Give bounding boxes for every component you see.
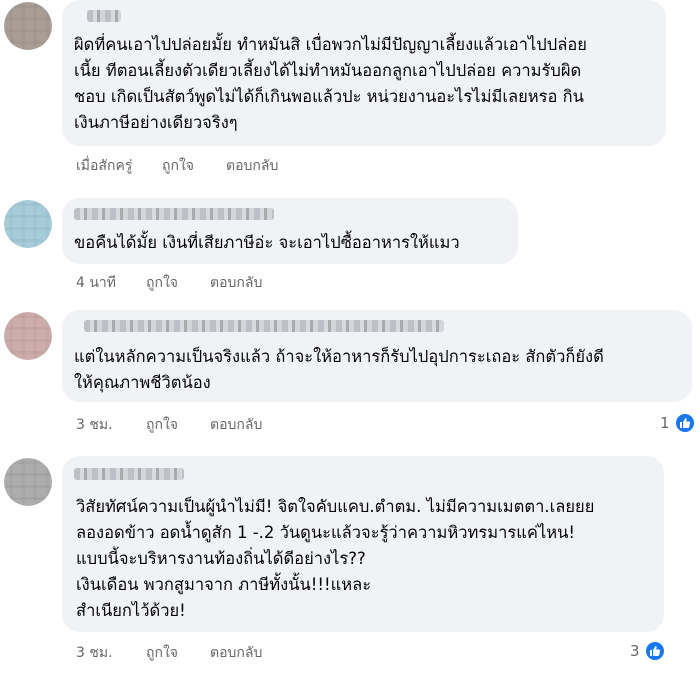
comment-bubble: วิสัยทัศน์ความเป็นผู้นำไม่มี! จิตใจคับแค…: [62, 456, 664, 632]
reaction-summary[interactable]: 3: [630, 640, 666, 662]
avatar[interactable]: [4, 312, 52, 360]
comment-timestamp[interactable]: เมื่อสักครู่: [76, 155, 146, 177]
author-name-blurred[interactable]: [74, 208, 274, 220]
avatar[interactable]: [4, 2, 52, 50]
comment-line: ผิดที่คนเอาไปปล่อยมั้ย ทำหมันสิ เบื่อพวก…: [74, 35, 587, 54]
comment-line: เนี้ย ทีตอนเลี้ยงตัวเดียวเลี้ยงได้ไม่ทำห…: [74, 61, 582, 80]
comment-actions: 3 ชม. ถูกใจ ตอบกลับ: [76, 642, 262, 664]
comment: ขอคืนได้มั้ย เงินที่เสียภาษีอ่ะ จะเอาไปซ…: [0, 198, 700, 294]
avatar[interactable]: [4, 458, 52, 506]
reaction-count: 3: [630, 642, 640, 660]
comment-line: ลองอดข้าว อดน้ำดูสัก 1 -.2 วันดูนะแล้วจะ…: [76, 523, 576, 542]
like-button[interactable]: ถูกใจ: [146, 414, 206, 436]
author-name-blurred[interactable]: [74, 468, 184, 480]
comment-line: แบบนี้จะบริหารงานท้องถิ่นได้ดีอย่างไร??: [76, 549, 366, 568]
reply-button[interactable]: ตอบกลับ: [210, 414, 262, 436]
comment-bubble: แต่ในหลักความเป็นจริงแล้ว ถ้าจะให้อาหารก…: [62, 310, 692, 402]
comment-line: แต่ในหลักความเป็นจริงแล้ว ถ้าจะให้อาหารก…: [74, 347, 604, 366]
comment: วิสัยทัศน์ความเป็นผู้นำไม่มี! จิตใจคับแค…: [0, 456, 700, 666]
like-button[interactable]: ถูกใจ: [146, 642, 206, 664]
comment-bubble: ผิดที่คนเอาไปปล่อยมั้ย ทำหมันสิ เบื่อพวก…: [62, 0, 666, 146]
comment-line: สำเนียกไว้ด้วย!: [76, 601, 186, 620]
comment-bubble: ขอคืนได้มั้ย เงินที่เสียภาษีอ่ะ จะเอาไปซ…: [62, 198, 518, 264]
comment: แต่ในหลักความเป็นจริงแล้ว ถ้าจะให้อาหารก…: [0, 310, 700, 440]
comment-line: ขอคืนได้มั้ย เงินที่เสียภาษีอ่ะ จะเอาไปซ…: [74, 233, 460, 252]
thumbs-up-icon: [673, 412, 696, 434]
avatar[interactable]: [4, 200, 52, 248]
comment-timestamp[interactable]: 3 ชม.: [76, 414, 130, 436]
comment-line: วิสัยทัศน์ความเป็นผู้นำไม่มี! จิตใจคับแค…: [76, 497, 595, 516]
comment-actions: 4 นาที ถูกใจ ตอบกลับ: [76, 272, 262, 294]
comment: ผิดที่คนเอาไปปล่อยมั้ย ทำหมันสิ เบื่อพวก…: [0, 0, 700, 180]
like-button[interactable]: ถูกใจ: [146, 272, 206, 294]
comment-timestamp[interactable]: 4 นาที: [76, 272, 130, 294]
reply-button[interactable]: ตอบกลับ: [210, 272, 262, 294]
comment-line: ให้คุณภาพชีวิตน้อง: [74, 373, 211, 392]
author-name-blurred[interactable]: [84, 320, 444, 332]
reply-button[interactable]: ตอบกลับ: [210, 642, 262, 664]
comment-line: ชอบ เกิดเป็นสัตว์พูดไม่ได้ก็เกินพอแล้วปะ…: [74, 87, 584, 106]
reaction-summary[interactable]: 1: [660, 412, 696, 434]
comment-timestamp[interactable]: 3 ชม.: [76, 642, 130, 664]
comment-actions: เมื่อสักครู่ ถูกใจ ตอบกลับ: [76, 155, 278, 177]
reaction-count: 1: [660, 414, 670, 432]
like-button[interactable]: ถูกใจ: [162, 155, 222, 177]
reply-button[interactable]: ตอบกลับ: [226, 155, 278, 177]
comment-line: เงินภาษีอย่างเดียวจริงๆ: [74, 113, 238, 132]
comment-line: เงินเดือน พวกสูมาจาก ภาษีทั้งนั้น!!!แหละ: [76, 575, 372, 594]
comment-actions: 3 ชม. ถูกใจ ตอบกลับ: [76, 414, 262, 436]
thumbs-up-icon: [643, 640, 666, 662]
author-name-blurred[interactable]: [87, 10, 121, 22]
